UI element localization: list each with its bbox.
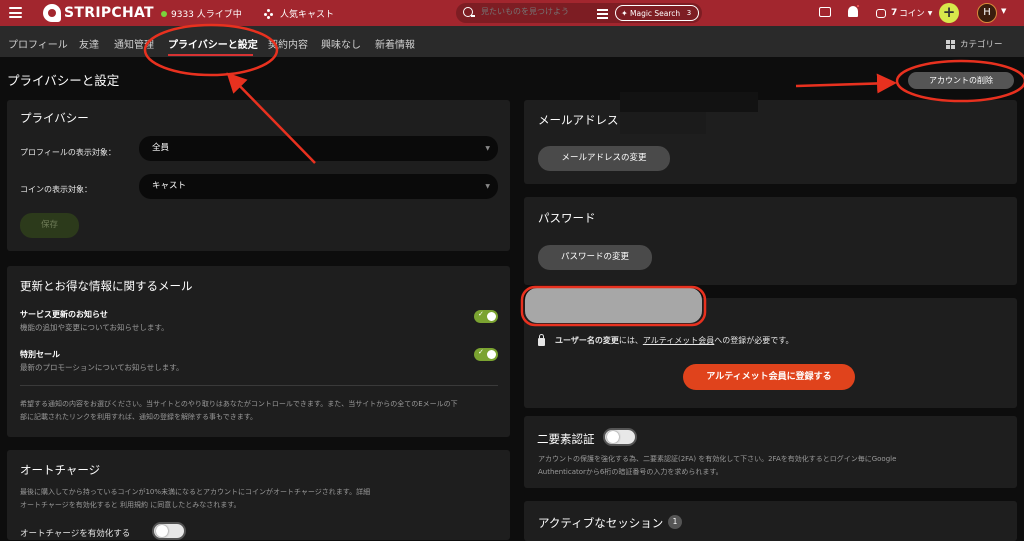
twofa-toggle[interactable] xyxy=(603,428,637,446)
service-updates-desc: 機能の追加や変更についてお知らせします。 xyxy=(20,323,169,332)
save-button[interactable]: 保存 xyxy=(20,213,79,238)
delete-account-button[interactable]: アカウントの削除 xyxy=(908,72,1014,89)
live-count-label: 9333 人ライブ中 xyxy=(171,10,242,20)
logo[interactable]: STRIPCHAT xyxy=(43,4,154,22)
tab-friends[interactable]: 友達 xyxy=(79,36,99,51)
special-sale-desc: 最新のプロモーションについてお知らせします。 xyxy=(20,363,184,372)
check-icon: ✓ xyxy=(478,310,484,318)
service-updates-toggle[interactable]: ✓ xyxy=(474,310,498,323)
top-bar: STRIPCHAT 9333 人ライブ中 人気キャスト ✦ Magic Sear… xyxy=(0,0,1024,26)
active-tab-indicator xyxy=(168,54,253,56)
magic-search-button[interactable]: ✦ Magic Search 3 xyxy=(615,5,699,21)
ultimate-link[interactable]: アルティメット会員 xyxy=(643,335,714,346)
email-preferences-title: 更新とお得な情報に関するメール xyxy=(20,279,193,293)
profile-visibility-value: 全員 xyxy=(152,143,170,153)
sessions-count-badge: 1 xyxy=(668,515,682,529)
change-email-button[interactable]: メールアドレスの変更 xyxy=(538,146,670,171)
magic-search-label: Magic Search xyxy=(630,8,681,18)
messages-icon[interactable] xyxy=(819,7,831,17)
autocharge-title: オートチャージ xyxy=(20,463,101,477)
password-title: パスワード xyxy=(538,211,596,225)
sessions-title: アクティブなセッション xyxy=(538,516,664,530)
chevron-down-icon: ▼ xyxy=(927,9,933,17)
coins-visibility-select[interactable]: キャスト ▼ xyxy=(139,174,498,199)
divider xyxy=(20,385,498,386)
annotation-arrow xyxy=(795,73,897,94)
tab-not-interested[interactable]: 興味なし xyxy=(321,36,361,51)
menu-icon[interactable] xyxy=(9,7,22,18)
people-icon xyxy=(264,8,274,19)
coins-label: コイン xyxy=(899,9,925,19)
twofa-note-line1: アカウントの保護を強化する為、二要素認証(2FA) を有効化して下さい。2FAを… xyxy=(538,455,897,463)
buy-coins-button[interactable]: + xyxy=(939,3,959,23)
autocharge-note-line2: オートチャージを有効化すると 利用規約 に同意したとみなされます。 xyxy=(20,501,241,509)
coins-balance[interactable]: 7 コイン ▼ xyxy=(876,7,932,19)
lock-icon xyxy=(538,333,545,346)
username-lock-end: への登録が必要です。 xyxy=(714,336,794,345)
search-input[interactable] xyxy=(481,7,591,16)
coins-count: 7 xyxy=(891,8,898,18)
category-label: カテゴリー xyxy=(960,40,1003,50)
filter-icon[interactable] xyxy=(597,8,608,19)
grid-icon xyxy=(946,39,955,49)
autocharge-toggle[interactable] xyxy=(152,522,186,540)
live-dot-icon xyxy=(161,10,167,17)
twofa-note-line2: Authenticatorから6桁の暗証番号の入力を求められます。 xyxy=(538,468,723,476)
username-lock-notice: ユーザー名の変更 には、 アルティメット会員 への登録が必要です。 xyxy=(538,333,794,346)
popular-casts-label: 人気キャスト xyxy=(280,10,335,20)
chevron-down-icon[interactable]: ▼ xyxy=(1001,7,1006,15)
profile-visibility-select[interactable]: 全員 ▼ xyxy=(139,136,498,161)
avatar[interactable]: H xyxy=(977,3,997,23)
twofa-note: アカウントの保護を強化する為、二要素認証(2FA) を有効化して下さい。2FAを… xyxy=(538,453,1008,479)
redacted-block xyxy=(620,112,706,134)
register-ultimate-button[interactable]: アルティメット会員に登録する xyxy=(683,364,855,390)
logo-text: STRIPCHAT xyxy=(64,5,154,21)
tab-privacy-settings[interactable]: プライバシーと設定 xyxy=(168,36,258,51)
popular-casts-link[interactable]: 人気キャスト xyxy=(264,7,334,20)
change-password-button[interactable]: パスワードの変更 xyxy=(538,245,652,270)
page-title: プライバシーと設定 xyxy=(7,73,120,88)
search-icon xyxy=(463,7,475,17)
autocharge-note-line1: 最後に購入してから持っているコインが10%未満になるとアカウントにコインがオート… xyxy=(20,488,371,496)
check-icon: ✓ xyxy=(478,348,484,356)
notification-dot xyxy=(856,4,860,8)
password-card xyxy=(524,197,1017,285)
tab-profile[interactable]: プロフィール xyxy=(8,36,68,51)
email-note-line2: 部に記載されたリンクを利用すれば、通知の登録を解除する事もできます。 xyxy=(20,413,258,421)
username-lock-mid: には、 xyxy=(618,336,643,345)
live-count[interactable]: 9333 人ライブ中 xyxy=(161,7,242,20)
sparkle-icon: ✦ xyxy=(621,9,628,18)
privacy-title: プライバシー xyxy=(20,111,89,125)
coins-visibility-label: コインの表示対象： xyxy=(20,185,92,194)
chevron-down-icon: ▼ xyxy=(485,145,490,152)
username-change-label: ユーザー名の変更 xyxy=(555,336,619,345)
magic-search-count: 3 xyxy=(686,9,692,17)
email-preferences-note: 希望する通知の内容をお選びください。当サイトとのやり取りはあなたがコントロールで… xyxy=(20,398,500,424)
email-note-line1: 希望する通知の内容をお選びください。当サイトとのやり取りはあなたがコントロールで… xyxy=(20,400,458,408)
search-bar[interactable]: ✦ Magic Search 3 xyxy=(456,3,702,23)
logo-icon xyxy=(43,4,61,22)
special-sale-toggle[interactable]: ✓ xyxy=(474,348,498,361)
service-updates-title: サービス更新のお知らせ xyxy=(20,310,108,319)
twofa-title: 二要素認証 xyxy=(537,432,595,446)
tab-whats-new[interactable]: 新着情報 xyxy=(375,36,415,51)
coins-icon xyxy=(876,8,886,18)
redacted-username xyxy=(525,288,702,323)
tab-notifications[interactable]: 通知管理 xyxy=(114,36,154,51)
redacted-block xyxy=(620,92,758,112)
special-sale-title: 特別セール xyxy=(20,350,60,359)
coins-visibility-value: キャスト xyxy=(152,181,187,191)
tab-contract[interactable]: 契約内容 xyxy=(268,36,308,51)
chevron-down-icon: ▼ xyxy=(485,183,490,190)
autocharge-note: 最後に購入してから持っているコインが10%未満になるとアカウントにコインがオート… xyxy=(20,486,500,512)
category-button[interactable]: カテゴリー xyxy=(946,38,1003,50)
autocharge-toggle-label: オートチャージを有効化する xyxy=(20,529,131,539)
email-title: メールアドレス xyxy=(538,113,619,127)
profile-visibility-label: プロフィールの表示対象： xyxy=(20,148,116,157)
